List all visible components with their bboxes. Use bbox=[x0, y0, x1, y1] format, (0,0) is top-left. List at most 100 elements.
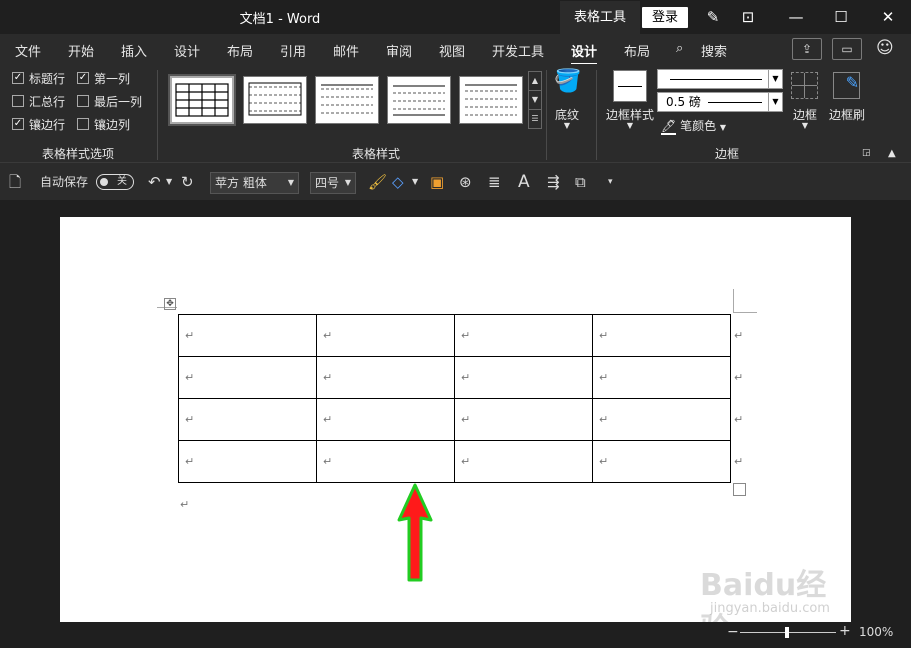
gallery-scroll[interactable]: ▲ ▼ ☰ bbox=[528, 71, 542, 129]
comments-button[interactable]: ▭ bbox=[832, 38, 862, 60]
border-painter-icon[interactable]: ✎ bbox=[833, 72, 860, 99]
tab-review[interactable]: 审阅 bbox=[386, 41, 412, 60]
table-style-grid[interactable] bbox=[168, 74, 236, 126]
border-painter-button[interactable]: 边框刷 bbox=[826, 106, 868, 123]
tab-view[interactable]: 视图 bbox=[439, 41, 465, 60]
table-cell[interactable]: ↵ bbox=[316, 314, 455, 357]
autosave-toggle[interactable]: 关 bbox=[96, 174, 134, 190]
zoom-slider[interactable] bbox=[740, 627, 836, 638]
table-cell[interactable]: ↵ bbox=[592, 440, 731, 483]
document-page[interactable]: ✥ ↵↵↵↵↵↵↵↵↵↵↵↵↵↵↵↵ ↵ ↵ ↵ ↵ ↵ Baidu经验 jin… bbox=[60, 217, 851, 647]
gallery-up-icon[interactable]: ▲ bbox=[529, 72, 541, 91]
search-icon[interactable]: ⌕ bbox=[676, 41, 683, 56]
table-move-handle-icon[interactable]: ✥ bbox=[164, 298, 176, 310]
tab-layout[interactable]: 布局 bbox=[227, 41, 253, 60]
minimize-icon[interactable]: — bbox=[784, 6, 808, 28]
maximize-icon[interactable]: ☐ bbox=[829, 6, 853, 28]
chevron-down-icon[interactable]: ▼ bbox=[788, 121, 822, 130]
tab-table-design[interactable]: 设计 bbox=[571, 41, 598, 65]
table-style-plain-3[interactable] bbox=[387, 76, 451, 124]
option-header-row[interactable]: ✓ 标题行 bbox=[12, 70, 65, 86]
tab-table-layout[interactable]: 布局 bbox=[624, 41, 650, 60]
chevron-down-icon[interactable]: ▼ bbox=[412, 172, 418, 192]
tab-file[interactable]: 文件 bbox=[15, 41, 41, 60]
zoom-slider-thumb[interactable] bbox=[785, 627, 789, 638]
redo-icon[interactable]: ↻ bbox=[181, 172, 194, 192]
table-cell[interactable]: ↵ bbox=[454, 398, 593, 441]
zoom-in-icon[interactable]: + bbox=[839, 623, 851, 639]
table-cell[interactable]: ↵ bbox=[178, 356, 317, 399]
chevron-down-icon[interactable]: ▼ bbox=[768, 70, 782, 88]
table-cell[interactable]: ↵ bbox=[454, 356, 593, 399]
table-style-plain-2[interactable] bbox=[315, 76, 379, 124]
line-weight-dropdown[interactable]: 0.5 磅 ▼ bbox=[657, 92, 783, 112]
option-banded-columns[interactable]: 镶边列 bbox=[77, 116, 130, 132]
ribbon-display-options-icon[interactable]: ⊡ bbox=[736, 6, 760, 28]
table-style-plain-1[interactable] bbox=[243, 76, 307, 124]
table-cell[interactable]: ↵ bbox=[454, 314, 593, 357]
tab-home[interactable]: 开始 bbox=[68, 41, 94, 60]
search-label[interactable]: 搜索 bbox=[701, 41, 727, 60]
shapes-icon[interactable]: ◇ bbox=[392, 172, 404, 192]
table-row[interactable]: ↵ ↵ ↵ ↵ bbox=[178, 440, 731, 483]
option-banded-rows[interactable]: ✓ 镶边行 bbox=[12, 116, 65, 132]
chevron-down-icon[interactable]: ▼ bbox=[550, 121, 584, 130]
picture-icon[interactable]: ▣ bbox=[430, 172, 444, 192]
share-button[interactable]: ⇪ bbox=[792, 38, 822, 60]
table-row[interactable]: ↵ ↵ ↵ ↵ bbox=[178, 398, 731, 441]
pen-icon[interactable]: ✎ bbox=[701, 6, 725, 28]
table-cell[interactable]: ↵ bbox=[454, 440, 593, 483]
font-size-dropdown[interactable]: 四号 ▼ bbox=[310, 172, 356, 194]
table-style-plain-4[interactable] bbox=[459, 76, 523, 124]
font-name-dropdown[interactable]: 苹方 粗体 ▼ bbox=[210, 172, 299, 194]
chevron-down-icon[interactable]: ▼ bbox=[768, 93, 782, 111]
pen-color-button[interactable]: 🖊 笔颜色 ▼ bbox=[661, 117, 726, 135]
zoom-level[interactable]: 100% bbox=[859, 625, 893, 639]
table-cell[interactable]: ↵ bbox=[592, 314, 731, 357]
table-cell[interactable]: ↵ bbox=[178, 398, 317, 441]
new-document-icon[interactable]: 🗋 bbox=[9, 172, 21, 192]
tab-mailings[interactable]: 邮件 bbox=[333, 41, 359, 60]
format-painter-icon[interactable]: 🖌 bbox=[368, 172, 387, 192]
table-cell[interactable]: ↵ bbox=[316, 398, 455, 441]
borders-grid-icon[interactable] bbox=[791, 72, 818, 99]
table-cell[interactable]: ↵ bbox=[178, 314, 317, 357]
table-row[interactable]: ↵ ↵ ↵ ↵ bbox=[178, 314, 731, 357]
text-effects-icon[interactable]: A bbox=[518, 172, 530, 192]
table-cell[interactable]: ↵ bbox=[592, 356, 731, 399]
tab-developer[interactable]: 开发工具 bbox=[492, 41, 544, 60]
dialog-launcher-icon[interactable]: ◲ bbox=[862, 148, 871, 158]
table-row[interactable]: ↵ ↵ ↵ ↵ bbox=[178, 356, 731, 399]
copy-icon[interactable]: ⧉ bbox=[575, 172, 586, 192]
paint-bucket-icon[interactable]: 🪣 bbox=[553, 69, 583, 101]
tab-insert[interactable]: 插入 bbox=[121, 41, 147, 60]
table-cell[interactable]: ↵ bbox=[592, 398, 731, 441]
undo-icon[interactable]: ↶ bbox=[148, 172, 161, 192]
chevron-down-icon[interactable]: ▼ bbox=[602, 121, 658, 130]
feedback-smiley-icon[interactable]: ☺ bbox=[876, 38, 894, 58]
chevron-down-icon[interactable]: ▼ bbox=[166, 172, 172, 192]
paragraph-icon[interactable]: ≣ bbox=[488, 172, 501, 192]
chevron-down-icon: ▼ bbox=[344, 178, 351, 187]
tab-design[interactable]: 设计 bbox=[174, 41, 200, 60]
gallery-down-icon[interactable]: ▼ bbox=[529, 91, 541, 110]
table-resize-handle[interactable] bbox=[733, 483, 746, 496]
tab-references[interactable]: 引用 bbox=[280, 41, 306, 60]
insert-text-icon[interactable]: ⇶ bbox=[547, 172, 560, 192]
option-last-column[interactable]: 最后一列 bbox=[77, 93, 142, 109]
table-cell[interactable]: ↵ bbox=[316, 356, 455, 399]
read-aloud-icon[interactable]: ⊛ bbox=[459, 172, 472, 192]
line-style-dropdown[interactable]: ▼ bbox=[657, 69, 783, 89]
table-cell[interactable]: ↵ bbox=[316, 440, 455, 483]
collapse-ribbon-icon[interactable]: ▲ bbox=[888, 148, 896, 159]
border-styles-button[interactable] bbox=[613, 70, 647, 102]
login-button[interactable]: 登录 bbox=[642, 7, 688, 28]
gallery-more-icon[interactable]: ☰ bbox=[529, 110, 541, 129]
zoom-out-icon[interactable]: − bbox=[727, 624, 739, 640]
option-total-row[interactable]: 汇总行 bbox=[12, 93, 65, 109]
close-icon[interactable]: ✕ bbox=[876, 6, 900, 28]
customize-toolbar-icon[interactable]: ▾ bbox=[608, 172, 613, 192]
word-table[interactable]: ↵ ↵ ↵ ↵ ↵ ↵ ↵ ↵ ↵ ↵ ↵ ↵ ↵ ↵ ↵ ↵ bbox=[178, 314, 731, 483]
table-cell[interactable]: ↵ bbox=[178, 440, 317, 483]
option-first-column[interactable]: ✓ 第一列 bbox=[77, 70, 130, 86]
